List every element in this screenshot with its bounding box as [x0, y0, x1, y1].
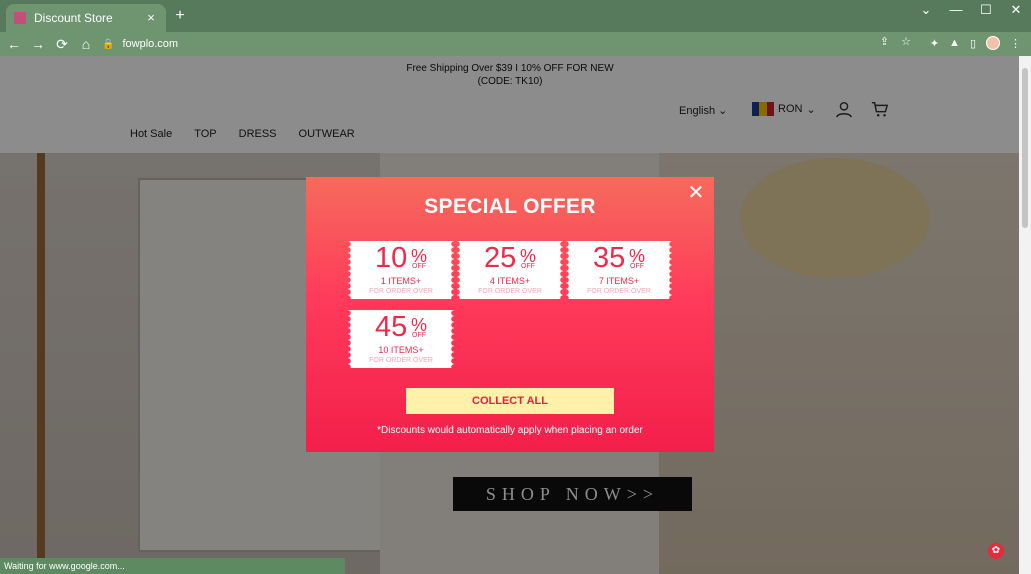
tab-bar: Discount Store × + ⌄ — ☐ ✕ [0, 0, 1031, 32]
floating-help-icon[interactable]: ✿ [988, 543, 1004, 559]
maximize-icon[interactable]: ☐ [977, 2, 995, 18]
reload-icon[interactable]: ⟳ [52, 34, 72, 54]
lock-icon: 🔒 [102, 38, 115, 50]
coupon-off: OFF [412, 332, 426, 339]
browser-window: Discount Store × + ⌄ — ☐ ✕ ← → ⟳ ⌂ 🔒 fow… [0, 0, 1031, 574]
page-scrollbar[interactable] [1019, 56, 1031, 574]
coupon-note: FOR ORDER OVER [369, 357, 433, 364]
coupon-card: 25 % OFF 4 ITEMS+ FOR ORDER OVER [457, 241, 560, 299]
status-bar: Waiting for www.google.com... [0, 558, 345, 574]
scroll-thumb[interactable] [1022, 68, 1028, 228]
home-icon[interactable]: ⌂ [76, 34, 96, 54]
coupon-items: 4 ITEMS+ [489, 276, 531, 286]
tab-title: Discount Store [34, 11, 113, 25]
discount-disclaimer: *Discounts would automatically apply whe… [377, 425, 643, 436]
url-text: fowplo.com [122, 38, 179, 50]
collect-all-button[interactable]: COLLECT ALL [406, 388, 614, 414]
coupon-note: FOR ORDER OVER [478, 288, 542, 295]
address-actions: ⇪ ☆ [880, 35, 911, 48]
side-panel-icon[interactable]: ▯ [970, 37, 976, 50]
lab-flask-icon[interactable]: ▲ [949, 37, 960, 49]
coupon-off: OFF [630, 263, 644, 270]
back-icon[interactable]: ← [4, 34, 24, 54]
coupon-items: 10 ITEMS+ [378, 345, 424, 355]
close-tab-icon[interactable]: × [144, 11, 158, 25]
store-favicon-icon [14, 12, 26, 24]
menu-kebab-icon[interactable]: ⋮ [1010, 37, 1021, 50]
close-modal-icon[interactable]: ✕ [686, 183, 706, 203]
forward-icon[interactable]: → [28, 34, 48, 54]
minimize-icon[interactable]: — [947, 2, 965, 18]
address-bar[interactable]: 🔒 fowplo.com [96, 34, 916, 54]
special-offer-modal: SPECIAL OFFER ✕ 10 % OFF 1 ITEMS+ FOR OR… [306, 177, 714, 452]
coupon-percent: 10 [375, 242, 408, 274]
browser-toolbar: ← → ⟳ ⌂ 🔒 fowplo.com ⇪ ☆ ✦ ▲ ▯ ⋮ [0, 32, 1031, 56]
coupon-items: 7 ITEMS+ [598, 276, 640, 286]
close-window-icon[interactable]: ✕ [1007, 2, 1025, 18]
extensions-puzzle-icon[interactable]: ✦ [930, 37, 939, 50]
modal-title: SPECIAL OFFER [424, 195, 596, 218]
profile-avatar[interactable] [986, 36, 1000, 50]
share-icon[interactable]: ⇪ [880, 35, 889, 48]
coupon-percent: 35 [593, 242, 626, 274]
coupon-card: 35 % OFF 7 ITEMS+ FOR ORDER OVER [566, 241, 669, 299]
window-controls: ⌄ — ☐ ✕ [917, 2, 1025, 18]
coupon-card: 45 % OFF 10 ITEMS+ FOR ORDER OVER [348, 310, 451, 368]
coupon-percent: 45 [375, 311, 408, 343]
tab-discount-store[interactable]: Discount Store × [6, 4, 166, 32]
coupon-note: FOR ORDER OVER [587, 288, 651, 295]
coupon-note: FOR ORDER OVER [369, 288, 433, 295]
coupon-percent: 25 [484, 242, 517, 274]
new-tab-icon[interactable]: + [172, 8, 188, 24]
tab-search-icon[interactable]: ⌄ [917, 2, 935, 18]
bookmark-star-icon[interactable]: ☆ [901, 35, 911, 48]
extension-area: ✦ ▲ ▯ ⋮ [930, 36, 1021, 50]
coupon-items: 1 ITEMS+ [380, 276, 422, 286]
coupon-off: OFF [521, 263, 535, 270]
coupon-card: 10 % OFF 1 ITEMS+ FOR ORDER OVER [348, 241, 451, 299]
coupon-off: OFF [412, 263, 426, 270]
